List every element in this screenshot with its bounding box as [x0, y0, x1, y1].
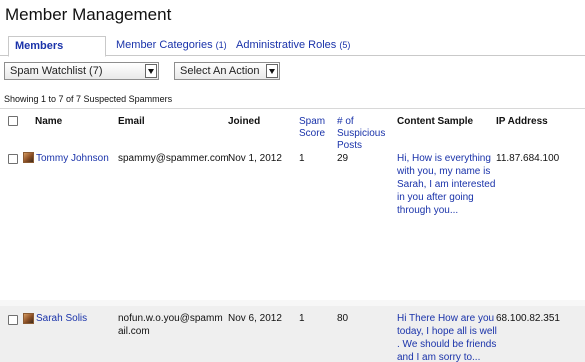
tab-label: Administrative Roles — [236, 39, 337, 51]
column-header-joined: Joined — [228, 116, 261, 127]
select-all-checkbox[interactable] — [8, 116, 18, 126]
row-checkbox[interactable] — [8, 315, 18, 325]
table-header: Name Email Joined Spam Score # of Suspic… — [0, 108, 585, 152]
member-name-link[interactable]: Tommy Johnson — [36, 152, 109, 165]
column-header-email: Email — [118, 116, 145, 127]
member-spam-score: 1 — [299, 153, 305, 164]
member-email: spammy@spammer.com — [118, 153, 229, 164]
tab-bar: Members Member Categories (1) Administra… — [0, 36, 585, 57]
content-sample-link[interactable]: Hi There How are you today, I hope all i… — [397, 312, 497, 362]
tab-count: (1) — [215, 40, 227, 50]
action-select-value: Select An Action — [180, 65, 260, 77]
tab-members[interactable]: Members — [8, 36, 106, 57]
action-select[interactable]: Select An Action — [174, 62, 280, 80]
column-header-spam-score[interactable]: Spam Score — [299, 116, 333, 140]
column-header-content-sample: Content Sample — [397, 116, 474, 127]
table-row: Tommy Johnson spammy@spammer.com Nov 1, … — [0, 150, 585, 300]
row-checkbox[interactable] — [8, 154, 18, 164]
member-joined: Nov 6, 2012 — [228, 313, 282, 324]
page-title: Member Management — [5, 5, 172, 24]
tab-label: Member Categories — [116, 39, 213, 51]
avatar — [23, 313, 34, 324]
member-name-link[interactable]: Sarah Solis — [36, 312, 87, 325]
column-header-name: Name — [35, 116, 63, 127]
watchlist-select[interactable]: Spam Watchlist (7) — [4, 62, 159, 80]
chevron-down-icon — [145, 64, 157, 78]
avatar — [23, 152, 34, 163]
table-row: Sarah Solis nofun.w.o.you@spammail.com N… — [0, 306, 585, 362]
results-summary: Showing 1 to 7 of 7 Suspected Spammers — [4, 94, 173, 104]
tab-administrative-roles[interactable]: Administrative Roles (5) — [236, 36, 350, 56]
member-email: nofun.w.o.you@spammail.com — [118, 313, 223, 337]
watchlist-select-value: Spam Watchlist (7) — [10, 65, 103, 77]
chevron-down-icon — [266, 64, 278, 78]
tab-member-categories[interactable]: Member Categories (1) — [116, 36, 227, 56]
tab-count: (5) — [339, 40, 351, 50]
column-header-ip-address: IP Address — [496, 116, 548, 127]
member-suspicious-posts: 80 — [337, 313, 349, 324]
member-ip-address: 11.87.684.100 — [496, 153, 560, 164]
member-joined: Nov 1, 2012 — [228, 153, 282, 164]
member-spam-score: 1 — [299, 313, 305, 324]
tab-label: Members — [15, 40, 64, 52]
column-header-suspicious-posts[interactable]: # of Suspicious Posts — [337, 116, 387, 152]
member-suspicious-posts: 29 — [337, 153, 349, 164]
content-sample-link[interactable]: Hi, How is everything with you, my name … — [397, 152, 497, 217]
member-ip-address: 68.100.82.351 — [496, 313, 560, 324]
